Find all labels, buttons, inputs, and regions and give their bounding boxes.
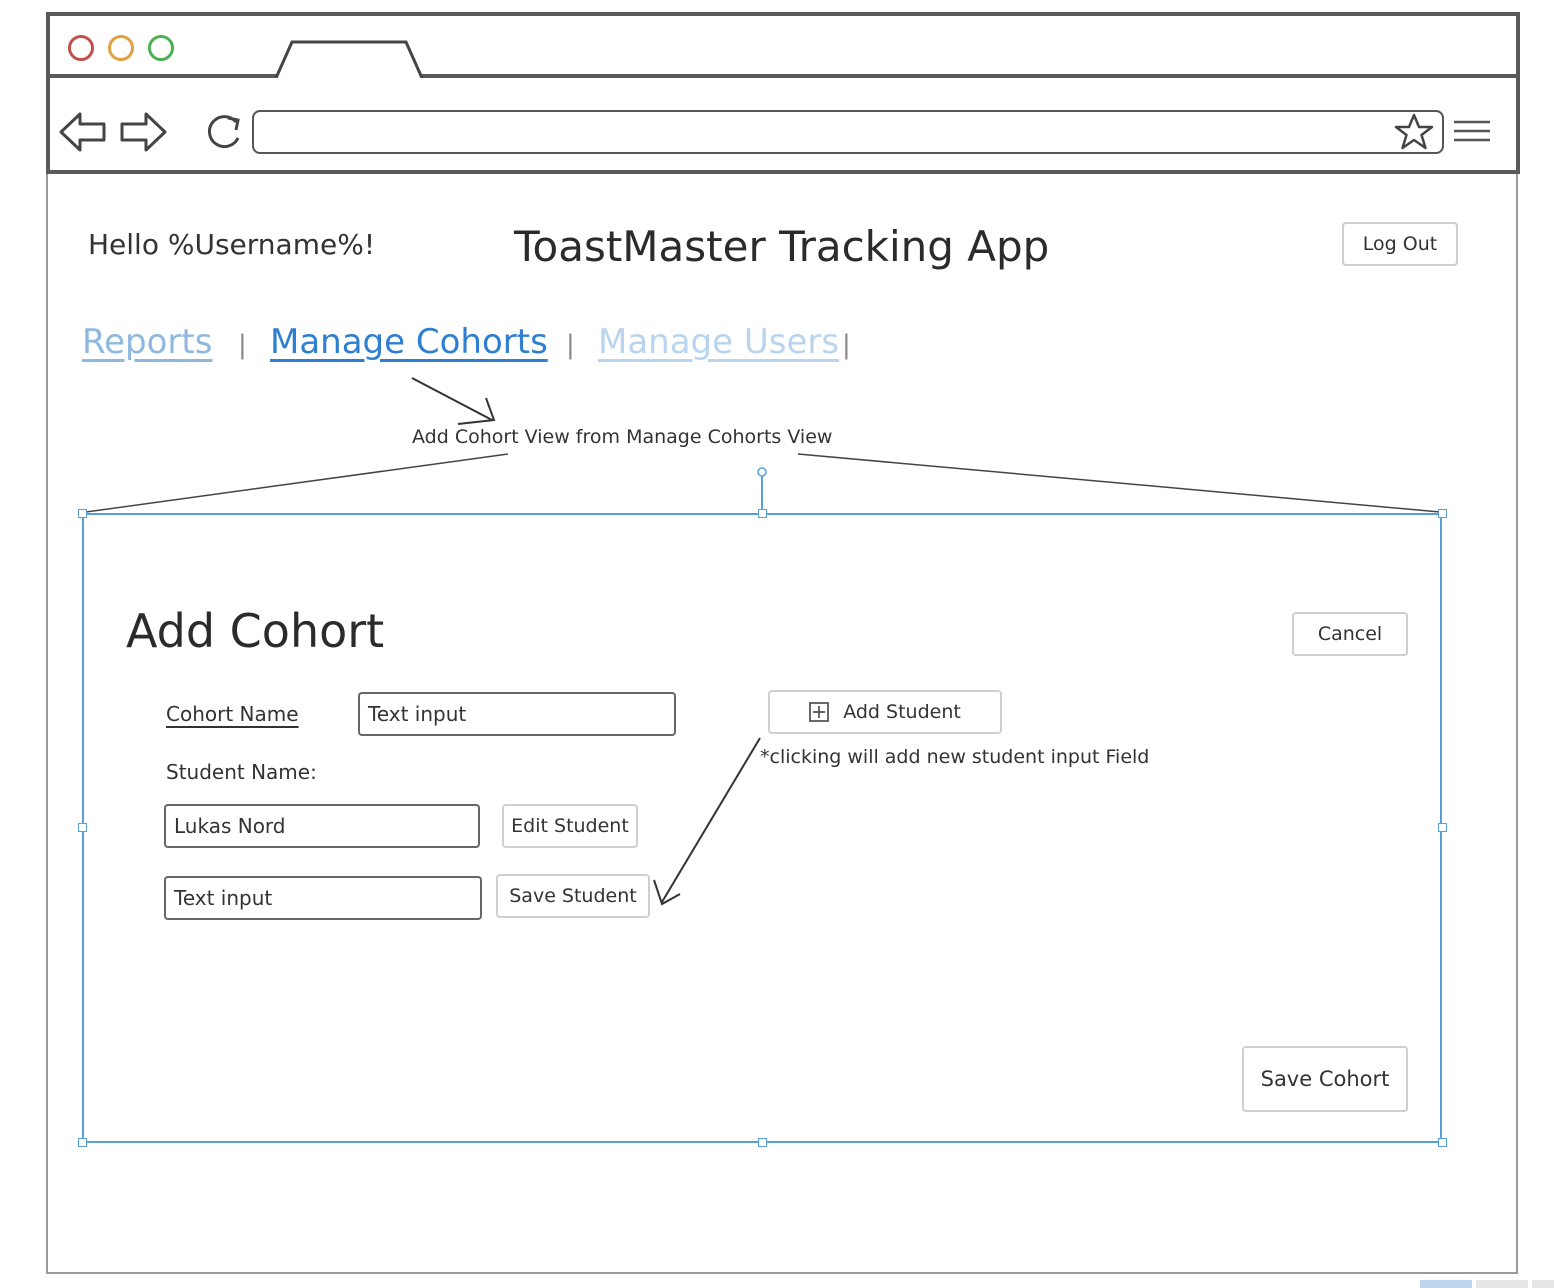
annotation-callout: Add Cohort View from Manage Cohorts View bbox=[412, 426, 833, 448]
selection-handle[interactable] bbox=[78, 823, 87, 832]
selection-handle[interactable] bbox=[78, 509, 87, 518]
selection-handle[interactable] bbox=[1438, 823, 1447, 832]
selection-handle[interactable] bbox=[758, 509, 767, 518]
add-student-label: Add Student bbox=[843, 701, 961, 723]
student-name-input[interactable]: Lukas Nord bbox=[164, 804, 480, 848]
cohort-name-label: Cohort Name bbox=[166, 702, 299, 726]
selection-handle[interactable] bbox=[1438, 1138, 1447, 1147]
student-name-label: Student Name: bbox=[166, 760, 317, 784]
selection-handle[interactable] bbox=[758, 1138, 767, 1147]
add-student-button[interactable]: Add Student bbox=[768, 690, 1002, 734]
edit-student-button[interactable]: Edit Student bbox=[502, 804, 638, 848]
new-student-input[interactable]: Text input bbox=[164, 876, 482, 920]
scrollbar-thumb[interactable] bbox=[1420, 1280, 1472, 1288]
add-student-note: *clicking will add new student input Fie… bbox=[760, 746, 1150, 768]
rotate-handle bbox=[757, 467, 767, 477]
cohort-name-input[interactable]: Text input bbox=[358, 692, 676, 736]
selection-handle[interactable] bbox=[78, 1138, 87, 1147]
selection-handle[interactable] bbox=[1438, 509, 1447, 518]
zoom-line-right bbox=[797, 453, 1441, 513]
scrollbar-track[interactable] bbox=[1532, 1280, 1554, 1288]
plus-square-icon bbox=[809, 702, 829, 722]
save-cohort-button[interactable]: Save Cohort bbox=[1242, 1046, 1408, 1112]
zoom-line-left bbox=[85, 453, 509, 513]
save-student-button[interactable]: Save Student bbox=[496, 874, 650, 918]
callout-arrow bbox=[411, 377, 493, 421]
cancel-button[interactable]: Cancel bbox=[1292, 612, 1408, 656]
add-cohort-title: Add Cohort bbox=[126, 604, 385, 658]
scrollbar-track[interactable] bbox=[1476, 1280, 1528, 1288]
